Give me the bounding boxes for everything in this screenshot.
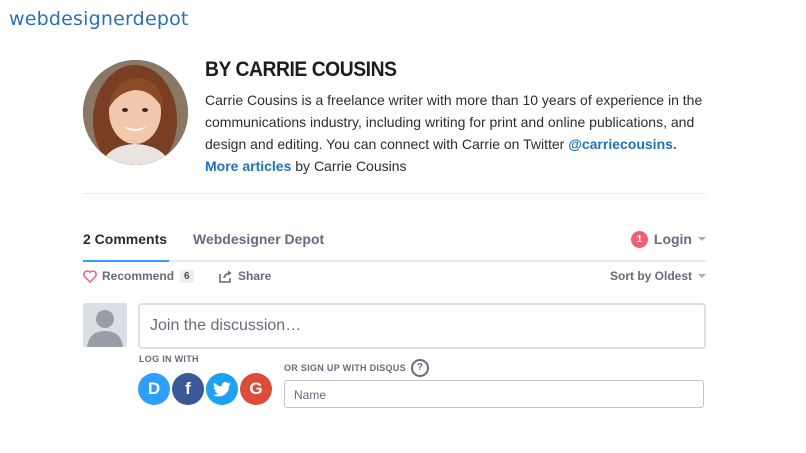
- recommend-count: 6: [180, 269, 194, 283]
- social-login-buttons: D f G: [138, 373, 274, 405]
- share-label: Share: [238, 269, 272, 283]
- signup-with-disqus-label: OR SIGN UP WITH DISQUS ?: [284, 359, 429, 377]
- by-author-text: by Carrie Cousins: [291, 158, 407, 174]
- comment-placeholder: Join the discussion…: [150, 317, 302, 334]
- login-label: Login: [653, 231, 692, 247]
- author-bio: Carrie Cousins is a freelance writer wit…: [205, 89, 705, 177]
- facebook-login-button[interactable]: f: [172, 373, 204, 405]
- disqus-login-button[interactable]: D: [138, 373, 170, 405]
- section-divider: [83, 193, 706, 194]
- facebook-icon: f: [185, 379, 191, 398]
- twitter-icon: [213, 381, 231, 397]
- login-menu[interactable]: 1 Login: [630, 226, 706, 252]
- recommend-label: Recommend: [102, 269, 175, 283]
- user-avatar-placeholder: [83, 303, 127, 347]
- share-button[interactable]: Share: [219, 269, 271, 283]
- tab-comments[interactable]: 2 Comments: [83, 226, 170, 262]
- twitter-login-button[interactable]: [206, 373, 238, 405]
- chevron-down-icon: [698, 274, 706, 278]
- site-logo[interactable]: webdesignerdepot: [9, 8, 189, 30]
- sort-dropdown[interactable]: Sort by Oldest: [610, 269, 706, 283]
- heart-icon: [83, 269, 97, 283]
- name-input[interactable]: Name: [284, 380, 704, 408]
- chevron-down-icon: [698, 237, 706, 241]
- comment-actions: Recommend 6 Share Sort by Oldest: [83, 269, 706, 287]
- signup-text: OR SIGN UP WITH DISQUS: [284, 363, 406, 373]
- twitter-link[interactable]: @carriecousins.: [568, 136, 677, 152]
- author-heading: BY CARRIE COUSINS: [205, 58, 397, 81]
- user-icon: [83, 303, 127, 347]
- share-icon: [219, 270, 232, 283]
- sort-label: Sort by Oldest: [609, 269, 692, 283]
- more-articles-link[interactable]: More articles: [205, 158, 291, 174]
- notification-badge: 1: [630, 230, 648, 248]
- recommend-button[interactable]: Recommend 6: [83, 269, 194, 283]
- comment-input[interactable]: Join the discussion…: [138, 303, 706, 349]
- help-icon[interactable]: ?: [410, 359, 429, 377]
- google-icon: G: [249, 379, 263, 398]
- name-placeholder: Name: [294, 388, 327, 402]
- google-login-button[interactable]: G: [240, 373, 272, 405]
- tab-community[interactable]: Webdesigner Depot: [193, 226, 324, 252]
- author-avatar: [83, 60, 188, 165]
- comment-tabs: 2 Comments Webdesigner Depot 1 Login: [83, 226, 706, 262]
- login-with-label: LOG IN WITH: [139, 354, 199, 364]
- disqus-icon: D: [147, 379, 161, 398]
